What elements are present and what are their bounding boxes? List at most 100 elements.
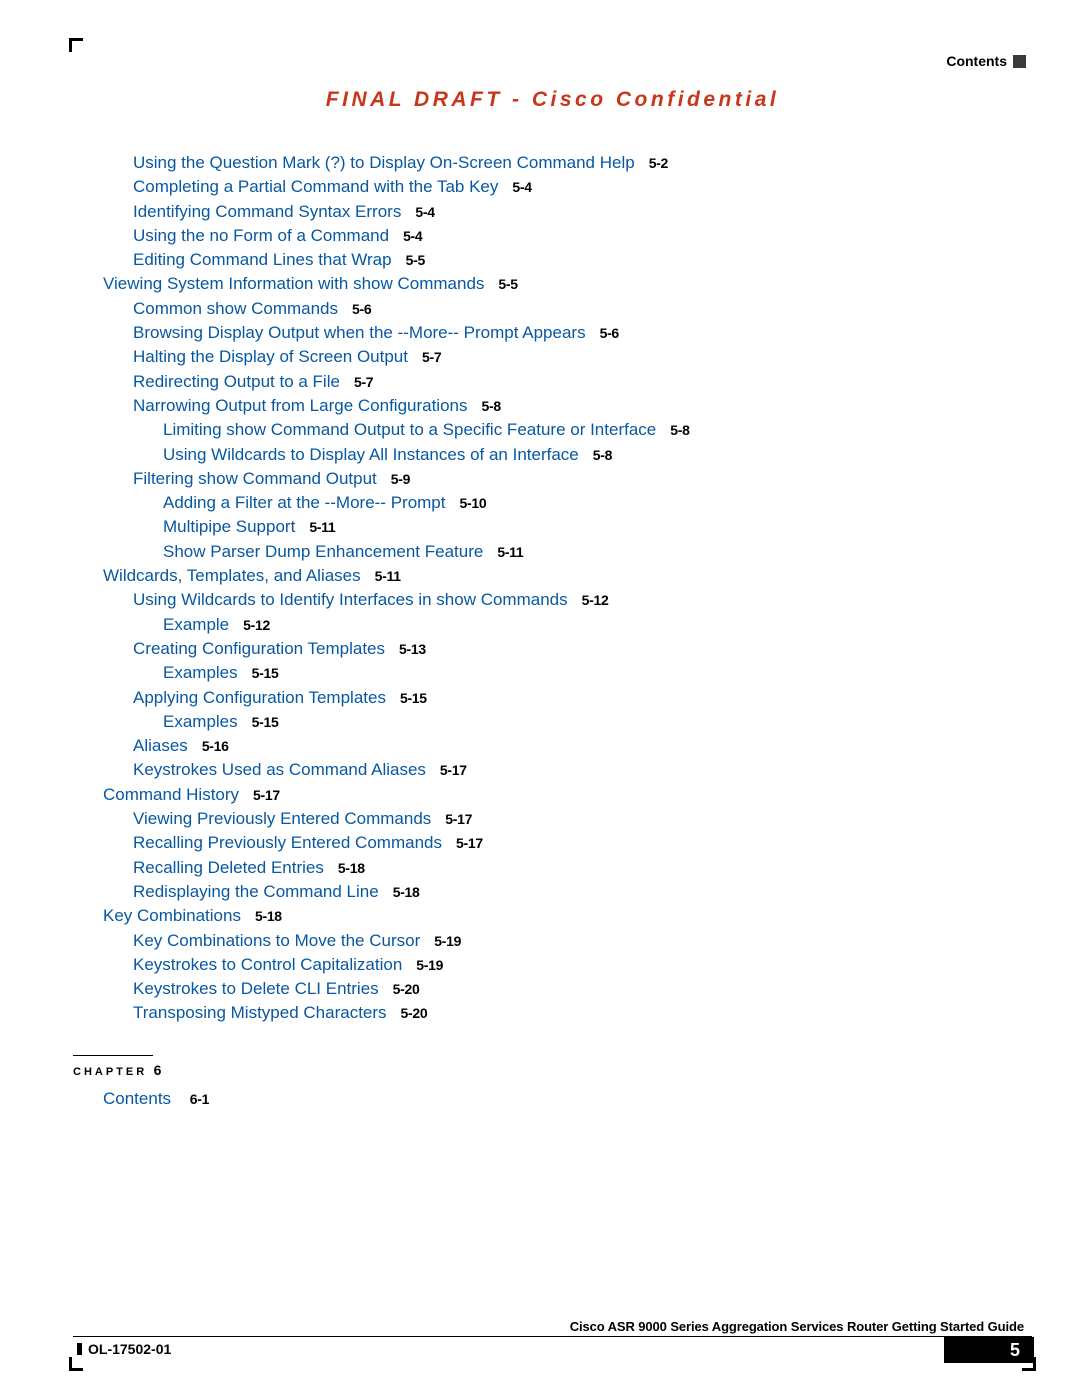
toc-entry[interactable]: Using Wildcards to Display All Instances… bbox=[163, 446, 1032, 463]
toc-entry[interactable]: Browsing Display Output when the --More-… bbox=[133, 324, 1032, 341]
toc-title: Adding a Filter at the --More-- Prompt bbox=[163, 493, 445, 512]
toc-entry[interactable]: Editing Command Lines that Wrap5-5 bbox=[133, 251, 1032, 268]
toc-title: Viewing System Information with show Com… bbox=[103, 274, 484, 293]
toc-page: 5-4 bbox=[403, 228, 422, 244]
toc-title: Example bbox=[163, 615, 229, 634]
toc-page: 5-10 bbox=[459, 495, 486, 511]
toc-entry[interactable]: Using Wildcards to Identify Interfaces i… bbox=[133, 591, 1032, 608]
toc-title: Multipipe Support bbox=[163, 517, 295, 536]
toc-entry[interactable]: Recalling Previously Entered Commands 5-1… bbox=[133, 834, 1032, 851]
toc-page: 5-9 bbox=[391, 471, 410, 487]
toc-entry[interactable]: Show Parser Dump Enhancement Feature 5-11 bbox=[163, 543, 1032, 560]
toc-entry[interactable]: Applying Configuration Templates5-15 bbox=[133, 689, 1032, 706]
toc-entry[interactable]: Creating Configuration Templates 5-13 bbox=[133, 640, 1032, 657]
toc-title: Aliases bbox=[133, 736, 188, 755]
toc-title: Using Wildcards to Identify Interfaces i… bbox=[133, 590, 568, 609]
toc-page: 5-7 bbox=[354, 374, 373, 390]
toc-entry[interactable]: Redisplaying the Command Line5-18 bbox=[133, 883, 1032, 900]
toc-entry[interactable]: Examples5-15 bbox=[163, 713, 1032, 730]
toc-page: 5-8 bbox=[670, 422, 689, 438]
toc-entry[interactable]: Narrowing Output from Large Configuratio… bbox=[133, 397, 1032, 414]
toc-page: 5-8 bbox=[482, 398, 501, 414]
page-number: 5 bbox=[944, 1337, 1032, 1363]
toc-entry[interactable]: Redirecting Output to a File5-7 bbox=[133, 373, 1032, 390]
toc-entry[interactable]: Using the Question Mark (?) to Display O… bbox=[133, 154, 1032, 171]
toc-entry[interactable]: Adding a Filter at the --More-- Prompt 5-… bbox=[163, 494, 1032, 511]
confidential-banner: FINAL DRAFT - Cisco Confidential bbox=[73, 88, 1032, 112]
toc-title: Contents bbox=[103, 1089, 171, 1108]
toc-entry[interactable]: Recalling Deleted Entries 5-18 bbox=[133, 859, 1032, 876]
toc-entry[interactable]: Keystrokes to Delete CLI Entries5-20 bbox=[133, 980, 1032, 997]
toc-entry[interactable]: Viewing Previously Entered Commands5-17 bbox=[133, 810, 1032, 827]
chapter-block: CHAPTER 6 Contents 6-1 bbox=[73, 1055, 1032, 1107]
toc-entry[interactable]: Halting the Display of Screen Output 5-7 bbox=[133, 348, 1032, 365]
toc-entry[interactable]: Filtering show Command Output 5-9 bbox=[133, 470, 1032, 487]
toc-title: Recalling Previously Entered Commands bbox=[133, 833, 442, 852]
toc-page: 5-15 bbox=[400, 690, 427, 706]
toc-page: 5-20 bbox=[393, 981, 420, 997]
toc-page: 5-17 bbox=[440, 762, 467, 778]
footer: Cisco ASR 9000 Series Aggregation Servic… bbox=[73, 1319, 1032, 1363]
toc-page: 5-6 bbox=[600, 325, 619, 341]
toc-title: Redisplaying the Command Line bbox=[133, 882, 379, 901]
toc-entry[interactable]: Keystrokes Used as Command Aliases 5-17 bbox=[133, 761, 1032, 778]
toc-title: Creating Configuration Templates bbox=[133, 639, 385, 658]
toc-entry[interactable]: Viewing System Information with show Com… bbox=[103, 275, 1032, 292]
toc-entry[interactable]: Keystrokes to Control Capitalization5-19 bbox=[133, 956, 1032, 973]
toc-page: 5-19 bbox=[434, 933, 461, 949]
toc-title: Recalling Deleted Entries bbox=[133, 858, 324, 877]
toc-title: Command History bbox=[103, 785, 239, 804]
toc-title: Browsing Display Output when the --More-… bbox=[133, 323, 586, 342]
toc-title: Common show Commands bbox=[133, 299, 338, 318]
header-marker-icon bbox=[1013, 55, 1026, 68]
toc-entry[interactable]: Identifying Command Syntax Errors5-4 bbox=[133, 203, 1032, 220]
header-section-label: Contents bbox=[946, 53, 1007, 69]
toc-title: Examples bbox=[163, 712, 238, 731]
toc-title: Completing a Partial Command with the Ta… bbox=[133, 177, 498, 196]
toc-page: 5-4 bbox=[415, 204, 434, 220]
toc-page: 5-11 bbox=[309, 519, 335, 535]
toc-page: 5-12 bbox=[243, 617, 270, 633]
toc-title: Transposing Mistyped Characters bbox=[133, 1003, 387, 1022]
toc-entry[interactable]: Examples5-15 bbox=[163, 664, 1032, 681]
header-section: Contents bbox=[946, 53, 1026, 69]
toc-title: Examples bbox=[163, 663, 238, 682]
page: Contents FINAL DRAFT - Cisco Confidentia… bbox=[73, 42, 1032, 1367]
toc-page: 5-7 bbox=[422, 349, 441, 365]
toc-title: Keystrokes Used as Command Aliases bbox=[133, 760, 426, 779]
toc-entry[interactable]: Contents 6-1 bbox=[103, 1090, 1032, 1107]
table-of-contents: Using the Question Mark (?) to Display O… bbox=[73, 154, 1032, 1021]
toc-page: 5-17 bbox=[456, 835, 483, 851]
chapter-number: 6 bbox=[154, 1062, 163, 1078]
toc-entry[interactable]: Key Combinations to Move the Cursor5-19 bbox=[133, 932, 1032, 949]
toc-page: 5-8 bbox=[593, 447, 612, 463]
toc-entry[interactable]: Key Combinations 5-18 bbox=[103, 907, 1032, 924]
toc-title: Show Parser Dump Enhancement Feature bbox=[163, 542, 483, 561]
toc-page: 5-18 bbox=[338, 860, 365, 876]
footer-doc-id: OL-17502-01 bbox=[73, 1337, 171, 1357]
toc-entry[interactable]: Limiting show Command Output to a Specif… bbox=[163, 421, 1032, 438]
chapter-rule bbox=[73, 1055, 153, 1056]
toc-page: 5-13 bbox=[399, 641, 426, 657]
toc-title: Key Combinations bbox=[103, 906, 241, 925]
toc-page: 5-11 bbox=[375, 568, 401, 584]
toc-page: 5-5 bbox=[498, 276, 517, 292]
toc-title: Filtering show Command Output bbox=[133, 469, 377, 488]
toc-page: 6-1 bbox=[190, 1091, 209, 1107]
toc-entry[interactable]: Multipipe Support 5-11 bbox=[163, 518, 1032, 535]
toc-page: 5-16 bbox=[202, 738, 229, 754]
toc-entry[interactable]: Common show Commands5-6 bbox=[133, 300, 1032, 317]
toc-entry[interactable]: Wildcards, Templates, and Aliases5-11 bbox=[103, 567, 1032, 584]
toc-entry[interactable]: Using the no Form of a Command5-4 bbox=[133, 227, 1032, 244]
toc-entry[interactable]: Transposing Mistyped Characters5-20 bbox=[133, 1004, 1032, 1021]
chapter-label: CHAPTER bbox=[73, 1066, 147, 1078]
toc-entry[interactable]: Command History5-17 bbox=[103, 786, 1032, 803]
toc-entry[interactable]: Example 5-12 bbox=[163, 616, 1032, 633]
toc-page: 5-11 bbox=[497, 544, 523, 560]
toc-page: 5-18 bbox=[255, 908, 282, 924]
toc-entry[interactable]: Completing a Partial Command with the Ta… bbox=[133, 178, 1032, 195]
toc-page: 5-12 bbox=[582, 592, 609, 608]
toc-page: 5-19 bbox=[416, 957, 443, 973]
toc-title: Halting the Display of Screen Output bbox=[133, 347, 408, 366]
toc-entry[interactable]: Aliases 5-16 bbox=[133, 737, 1032, 754]
